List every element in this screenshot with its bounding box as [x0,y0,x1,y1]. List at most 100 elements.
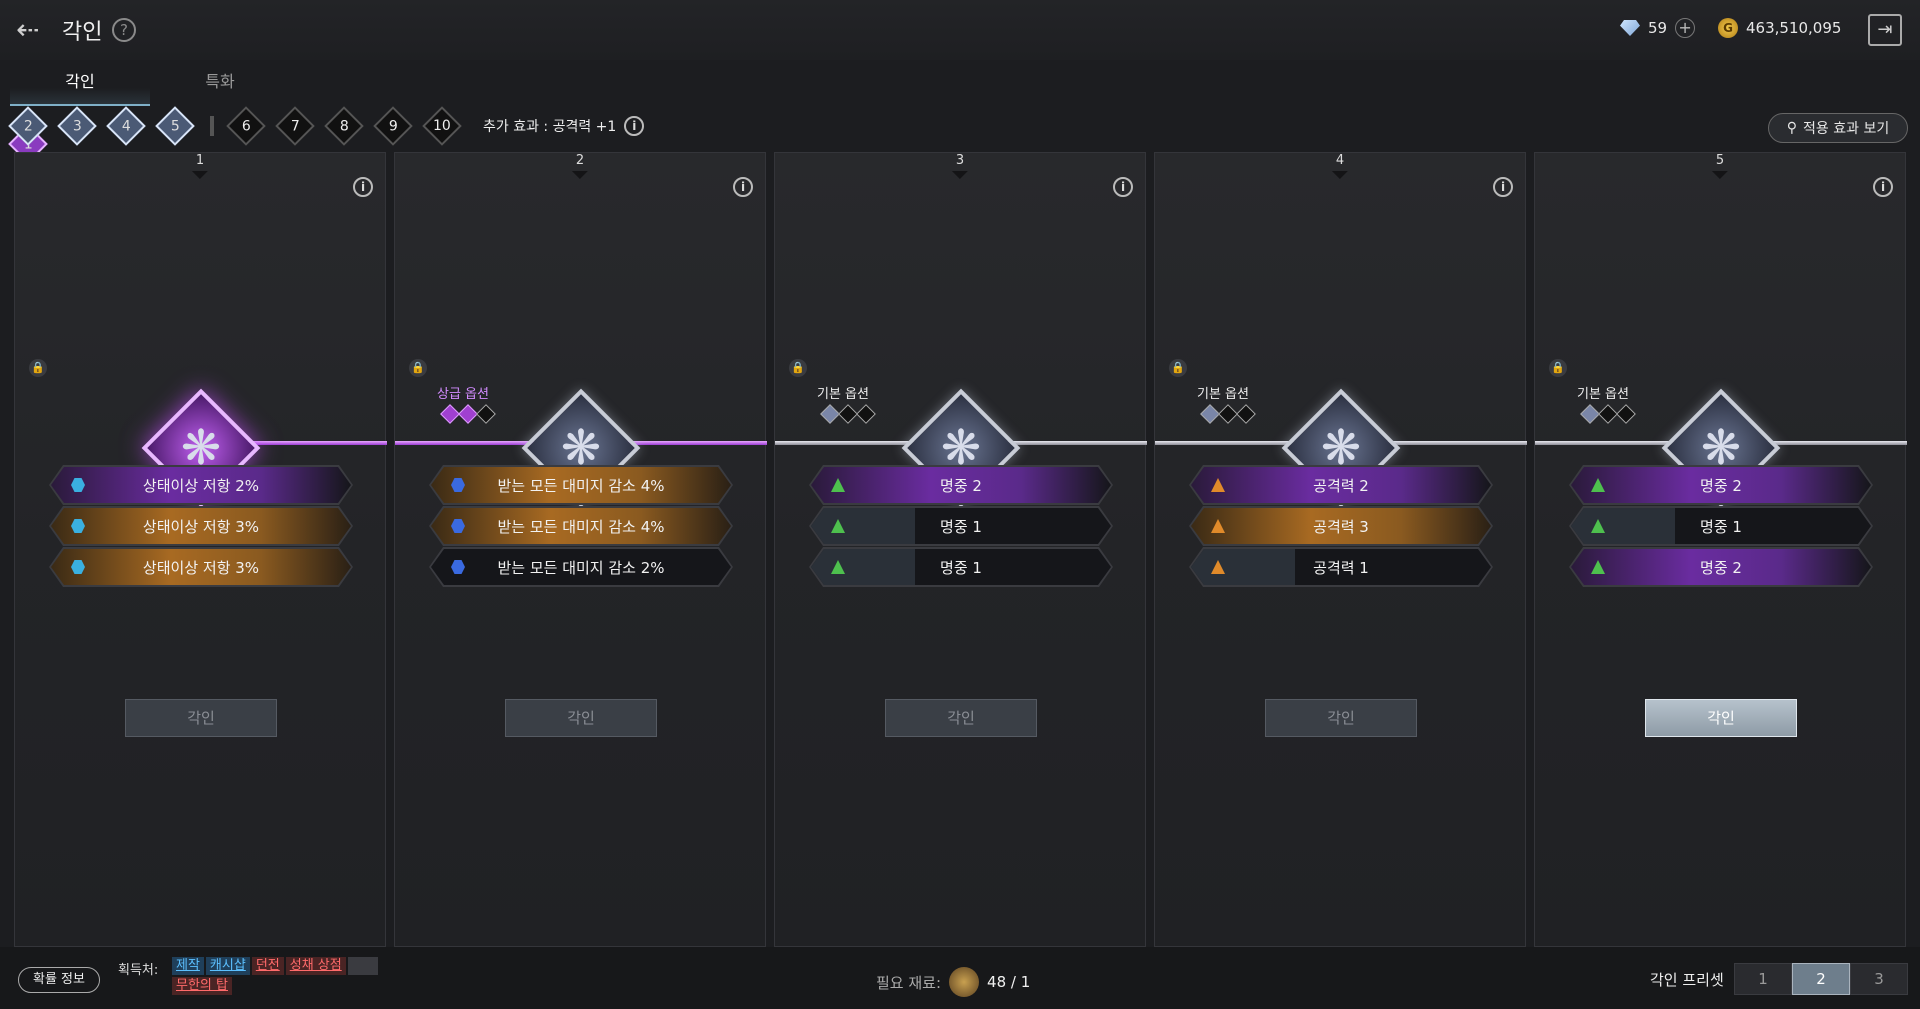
diamond-icon [1620,20,1640,36]
option-text: 상태이상 저항 3% [142,517,260,536]
preset-buttons: 1 2 3 [1734,963,1908,995]
step-divider [210,116,214,136]
option-row: 받는 모든 대미지 감소 4% [429,465,733,505]
engrave-panel-1: 1 i 🔒 ❋ 상태이상 저항 2% 상태이상 저항 3% 상태이상 저항 3% 각인 [14,152,387,947]
gold-coin-icon: G [1718,18,1738,38]
grade-gem [1598,404,1618,424]
grade-gems [820,404,876,424]
source-tag[interactable] [347,957,378,975]
tab-bar: 각인 특화 [10,64,290,106]
engrave-button[interactable]: 각인 [1645,699,1797,737]
option-text: 상태이상 저항 2% [142,476,260,495]
search-icon: ⚲ [1786,120,1798,136]
option-text: 명중 1 [940,558,982,577]
probability-info-button[interactable]: 확률 정보 [18,967,100,993]
engrave-panel-2: 2 i 🔒 상급 옵션 ❋ 받는 모든 대미지 감소 4% 받는 모든 대미지 감소 4% 받… [394,152,767,947]
option-row: 명중 1 [809,506,1113,546]
info-icon[interactable]: i [1873,177,1893,197]
required-count: 48 / 1 [987,973,1031,991]
option-text: 명중 1 [1700,517,1742,536]
info-icon[interactable]: i [733,177,753,197]
grade-gems [1580,404,1636,424]
info-icon[interactable]: i [1113,177,1133,197]
option-row: 공격력 1 [1189,547,1493,587]
grade-gem [1580,404,1600,424]
page-title: 각인 [62,20,103,45]
option-row: 상태이상 저항 3% [49,506,353,546]
step-6[interactable]: 6 [226,106,266,146]
required-material: 필요 재료: 48 / 1 [876,967,1030,997]
panel-number: 2 [571,153,589,179]
lock-icon[interactable]: 🔒 [409,359,427,377]
engrave-panel-5: 5 i 🔒 기본 옵션 ❋ 명중 2 명중 1 명중 2 각인 [1534,152,1907,947]
step-10[interactable]: 10 [422,106,462,146]
engrave-panel-3: 3 i 🔒 기본 옵션 ❋ 명중 2 명중 1 명중 1 각인 [774,152,1147,947]
grade-gem [1200,404,1220,424]
grade-gem [856,404,876,424]
option-grade-label: 기본 옵션 [1577,387,1629,402]
lock-icon[interactable]: 🔒 [29,359,47,377]
info-icon[interactable]: i [624,116,645,136]
option-row: 상태이상 저항 3% [49,547,353,587]
step-9[interactable]: 9 [373,106,413,146]
lock-icon[interactable]: 🔒 [1549,359,1567,377]
material-icon [949,967,980,997]
source-tags: 제작 캐시샵 던전 성채 상점무한의 탑 [172,957,412,995]
gold-currency: G 463,510,095 [1718,18,1841,38]
option-row: 명중 2 [1569,465,1873,505]
option-row: 명중 2 [809,465,1113,505]
option-text: 명중 2 [1700,558,1742,577]
option-row: 공격력 2 [1189,465,1493,505]
preset-2[interactable]: 2 [1792,963,1850,995]
source-tag[interactable]: 던전 [251,957,284,975]
option-text: 받는 모든 대미지 감소 4% [497,476,665,495]
view-effects-button[interactable]: ⚲ 적용 효과 보기 [1768,113,1908,143]
view-effects-label: 적용 효과 보기 [1803,121,1890,137]
engrave-button[interactable]: 각인 [885,699,1037,737]
engrave-button[interactable]: 각인 [125,699,277,737]
grade-gem [1218,404,1238,424]
step-7[interactable]: 7 [275,106,315,146]
source-label: 획득처: [118,963,159,978]
engrave-steps: 1 2 3 4 5 6 7 8 9 10 추가 효과 : 공격력 +1 i [8,106,645,164]
preset-label: 각인 프리셋 [1650,971,1724,989]
tab-engrave[interactable]: 각인 [10,64,150,106]
option-text: 명중 1 [940,517,982,536]
step-8[interactable]: 8 [324,106,364,146]
step-5[interactable]: 5 [155,106,195,146]
back-arrow-icon[interactable]: ⇠ [16,12,52,48]
option-text: 받는 모든 대미지 감소 4% [497,517,665,536]
info-icon[interactable]: i [1493,177,1513,197]
option-grade-label: 기본 옵션 [1197,387,1249,402]
option-grade-label: 기본 옵션 [817,387,869,402]
option-text: 명중 2 [1700,476,1742,495]
option-row: 받는 모든 대미지 감소 2% [429,547,733,587]
add-gems-button[interactable]: + [1675,18,1696,38]
tab-specialize[interactable]: 특화 [150,64,290,106]
grade-gems [1200,404,1256,424]
preset-3[interactable]: 3 [1850,963,1908,995]
grade-gem [476,404,496,424]
extra-effect-text: 추가 효과 : 공격력 +1 [483,119,617,135]
step-3[interactable]: 3 [57,106,97,146]
source-tag[interactable]: 캐시샵 [205,957,250,975]
option-text: 상태이상 저항 3% [142,558,260,577]
source-tag[interactable]: 성채 상점 [285,957,346,975]
top-bar: ⇠ 각인 ? 59 + G 463,510,095 ⇥ [0,0,1920,60]
lock-icon[interactable]: 🔒 [1169,359,1187,377]
extra-effect: 추가 효과 : 공격력 +1 i [483,116,645,136]
panel-number: 1 [191,153,209,179]
engrave-button[interactable]: 각인 [1265,699,1417,737]
exit-icon[interactable]: ⇥ [1868,14,1902,46]
source-tag[interactable]: 무한의 탑 [172,977,232,995]
lock-icon[interactable]: 🔒 [789,359,807,377]
info-icon[interactable]: i [353,177,373,197]
grade-gem [1616,404,1636,424]
step-4[interactable]: 4 [106,106,146,146]
engrave-button[interactable]: 각인 [505,699,657,737]
preset-1[interactable]: 1 [1734,963,1792,995]
source-tag[interactable]: 제작 [172,957,204,975]
help-icon[interactable]: ? [112,18,136,42]
panel-number: 3 [951,153,969,179]
option-row: 공격력 3 [1189,506,1493,546]
